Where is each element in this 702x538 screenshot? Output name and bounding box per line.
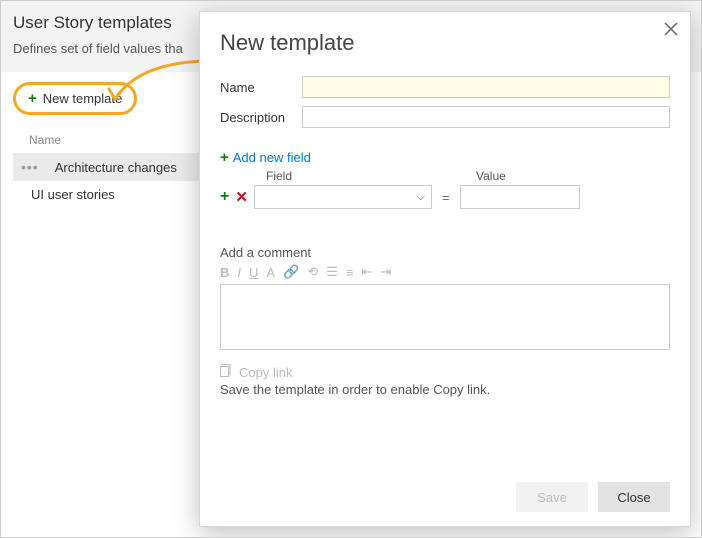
numbered-list-icon[interactable]: ≡	[346, 265, 354, 280]
value-input[interactable]	[460, 185, 580, 209]
bold-icon[interactable]: B	[220, 265, 229, 280]
clear-format-icon[interactable]: ⟲	[307, 264, 318, 280]
copy-link-hint: Save the template in order to enable Cop…	[220, 382, 670, 397]
name-input[interactable]	[302, 76, 670, 98]
copy-icon	[220, 364, 233, 380]
close-icon[interactable]	[664, 22, 678, 39]
comment-input[interactable]	[220, 284, 670, 350]
outdent-icon[interactable]: ⇤	[361, 264, 372, 280]
description-input[interactable]	[302, 106, 670, 128]
chevron-down-icon: ⌵	[417, 191, 425, 204]
delete-row-icon[interactable]: ✕	[235, 188, 248, 206]
more-icon[interactable]: •••	[21, 159, 45, 175]
comment-toolbar: B I U A 🔗 ⟲ ☰ ≡ ⇤ ⇥	[220, 260, 670, 284]
equals-label: =	[438, 190, 454, 205]
field-column-header: Field	[266, 169, 448, 183]
value-column-header: Value	[476, 169, 506, 183]
description-label: Description	[220, 110, 302, 125]
add-row-icon[interactable]: +	[220, 188, 229, 206]
field-row: + ✕ ⌵ =	[220, 185, 670, 209]
dialog-title: New template	[220, 30, 670, 56]
bullet-list-icon[interactable]: ☰	[326, 264, 338, 280]
new-template-label: New template	[43, 91, 122, 106]
name-label: Name	[220, 80, 302, 95]
add-new-field-label: Add new field	[233, 150, 311, 165]
add-new-field-link[interactable]: + Add new field	[220, 150, 311, 165]
italic-icon[interactable]: I	[237, 265, 241, 280]
annotation-highlight: + New template	[13, 82, 137, 115]
list-item-label: UI user stories	[21, 187, 115, 202]
new-template-dialog: New template Name Description + Add new …	[199, 11, 691, 527]
save-button[interactable]: Save	[516, 482, 588, 512]
font-icon[interactable]: A	[266, 265, 275, 280]
comment-label: Add a comment	[220, 245, 670, 260]
close-button[interactable]: Close	[598, 482, 670, 512]
indent-icon[interactable]: ⇥	[380, 264, 391, 280]
field-select[interactable]: ⌵	[254, 185, 432, 209]
plus-icon: +	[220, 150, 229, 165]
copy-link-label: Copy link	[239, 365, 292, 380]
dialog-footer: Save Close	[516, 482, 670, 512]
list-item-label: Architecture changes	[45, 160, 177, 175]
plus-icon: +	[28, 91, 37, 106]
new-template-button[interactable]: + New template	[18, 87, 132, 110]
copy-link-button: Copy link	[220, 364, 670, 380]
link-icon[interactable]: 🔗	[283, 264, 299, 280]
underline-icon[interactable]: U	[249, 265, 258, 280]
